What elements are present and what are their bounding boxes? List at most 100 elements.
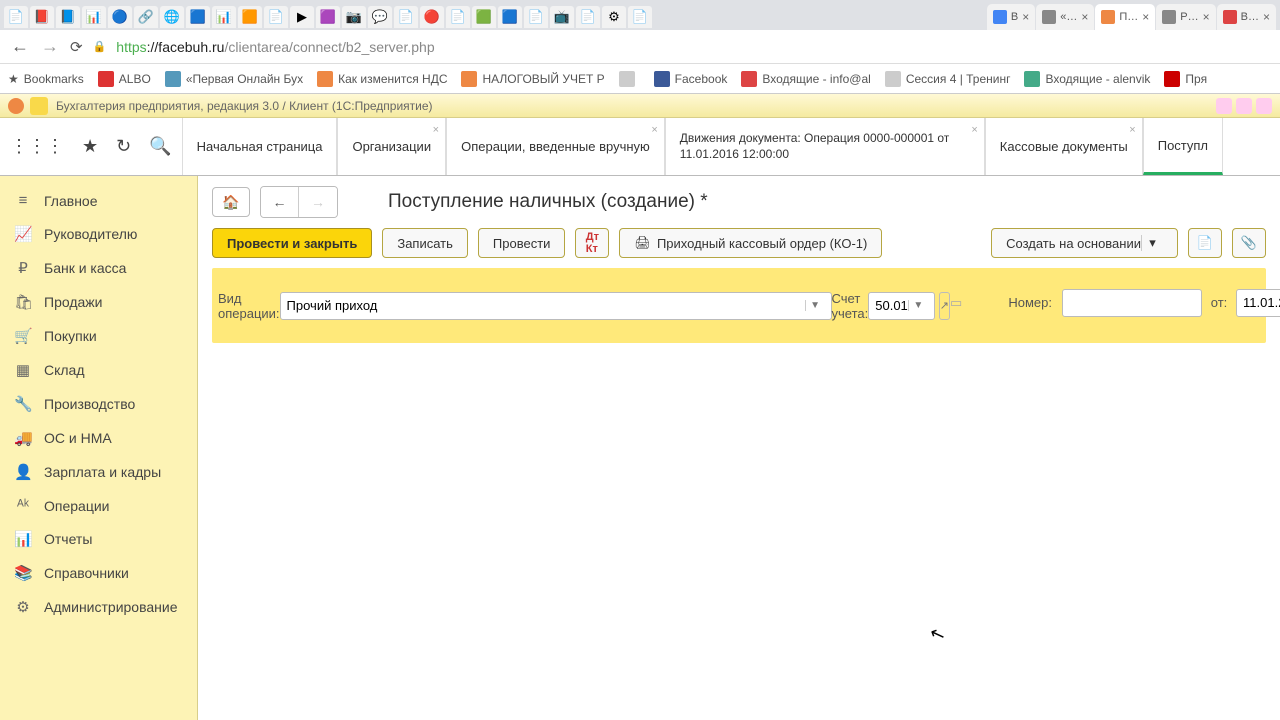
tab-favicon[interactable]: 📄 [628, 6, 652, 28]
post-button[interactable]: Провести [478, 228, 566, 258]
dt-kt-button[interactable]: ДтКт [575, 228, 609, 258]
doc-status-icon: ▭ [950, 295, 974, 311]
bookmark-item[interactable]: НАЛОГОВЫЙ УЧЕТ Р [461, 71, 604, 87]
tab-favicon[interactable]: 🟦 [498, 6, 522, 28]
sidebar-item-main[interactable]: ≡Главное [0, 184, 197, 217]
tab-favicon[interactable]: 📄 [576, 6, 600, 28]
bookmark-item[interactable]: «Первая Онлайн Бух [165, 71, 303, 87]
back-icon[interactable]: ← [10, 36, 30, 57]
tab-favicon[interactable]: 🟩 [472, 6, 496, 28]
tab-favicon[interactable]: 📘 [56, 6, 80, 28]
sidebar-item-production[interactable]: 🔧Производство [0, 387, 197, 421]
app-tab[interactable]: Кассовые документы× [985, 118, 1143, 175]
nav-forward-button: → [299, 187, 337, 217]
app-tab-active[interactable]: Поступл [1143, 118, 1223, 175]
tab-favicon[interactable]: 📷 [342, 6, 366, 28]
sidebar-item-refs[interactable]: 📚Справочники [0, 556, 197, 590]
bookmark-item[interactable]: Пря [1164, 71, 1207, 87]
history-icon[interactable]: ↻ [116, 136, 131, 157]
number-input[interactable] [1062, 289, 1202, 317]
sidebar: ≡Главное 📈Руководителю ₽Банк и касса 🛍Пр… [0, 176, 198, 720]
op-type-label: Вид операции: [218, 291, 280, 321]
sidebar-item-manager[interactable]: 📈Руководителю [0, 217, 197, 251]
tab-favicon[interactable]: 🟪 [316, 6, 340, 28]
tab-favicon[interactable]: 🔗 [134, 6, 158, 28]
books-icon: 📚 [14, 564, 32, 582]
sidebar-item-salary[interactable]: 👤Зарплата и кадры [0, 455, 197, 489]
grid-icon: ▦ [14, 361, 32, 379]
tab-favicon[interactable]: 💬 [368, 6, 392, 28]
clip-button[interactable]: 📎 [1232, 228, 1266, 258]
tab-favicon[interactable]: 🌐 [160, 6, 184, 28]
forward-icon: → [40, 36, 60, 57]
url-bar: ← → ⟳ 🔒 https://facebuh.ru/clientarea/co… [0, 30, 1280, 64]
tab-favicon[interactable]: ⚙ [602, 6, 626, 28]
tab-favicon[interactable]: 📊 [212, 6, 236, 28]
tab-favicon[interactable]: 📄 [524, 6, 548, 28]
tab-favicon[interactable]: 📄 [264, 6, 288, 28]
tab-favicon[interactable]: ▶ [290, 6, 314, 28]
print-order-button[interactable]: 🖨Приходный кассовый ордер (КО-1) [619, 228, 882, 258]
sidebar-item-operations[interactable]: ᴬᵏОперации [0, 489, 197, 522]
tab-favicon[interactable]: 🔴 [420, 6, 444, 28]
sidebar-item-assets[interactable]: 🚚ОС и НМА [0, 421, 197, 455]
search-icon[interactable]: 🔍 [149, 136, 171, 157]
bag-icon: 🛍 [14, 293, 32, 311]
app-tab[interactable]: Начальная страница [182, 118, 338, 175]
bookmark-item[interactable]: Входящие - info@al [741, 71, 870, 87]
tab-favicon[interactable]: 🟧 [238, 6, 262, 28]
bookmark-item[interactable]: Facebook [654, 71, 728, 87]
browser-tab[interactable]: В…× [1217, 4, 1276, 30]
sidebar-item-stock[interactable]: ▦Склад [0, 353, 197, 387]
account-select[interactable]: 50.01▼ [868, 292, 935, 320]
tab-favicon[interactable]: 🟦 [186, 6, 210, 28]
bookmark-item[interactable]: Как изменится НДС [317, 71, 447, 87]
lock-icon: 🔒 [93, 40, 107, 53]
op-type-select[interactable]: Прочий приход▼ [280, 292, 832, 320]
ruble-icon: ₽ [14, 259, 32, 277]
sidebar-item-purchases[interactable]: 🛒Покупки [0, 319, 197, 353]
sidebar-item-reports[interactable]: 📊Отчеты [0, 522, 197, 556]
date-input[interactable]: 11.01.2016 0:00:00📅 [1236, 289, 1280, 317]
home-button[interactable]: 🏠 [212, 187, 250, 217]
window-ctrl-icon[interactable] [1236, 98, 1252, 114]
tab-favicon[interactable]: 📺 [550, 6, 574, 28]
star-icon[interactable]: ★ [82, 136, 98, 157]
save-button[interactable]: Записать [382, 228, 468, 258]
bookmark-item[interactable]: ALBO [98, 71, 151, 87]
app-tab[interactable]: Движения документа: Операция 0000-000001… [665, 118, 985, 175]
sidebar-item-bank[interactable]: ₽Банк и касса [0, 251, 197, 285]
tab-favicon[interactable]: 📄 [446, 6, 470, 28]
content-area: 🏠 ← → Поступление наличных (создание) * … [198, 176, 1280, 720]
create-based-button[interactable]: Создать на основании▾ [991, 228, 1178, 258]
ops-icon: ᴬᵏ [14, 497, 32, 514]
bookmark-item[interactable]: Входящие - alenvik [1024, 71, 1150, 87]
window-ctrl-icon[interactable] [1256, 98, 1272, 114]
bookmark-item[interactable] [619, 71, 640, 87]
browser-tab[interactable]: В× [987, 4, 1035, 30]
bookmark-item[interactable]: ★Bookmarks [8, 72, 84, 86]
person-icon: 👤 [14, 463, 32, 481]
open-ref-button[interactable]: ↗ [939, 292, 950, 320]
nav-back-button[interactable]: ← [261, 187, 299, 217]
app-ctrl-icon[interactable] [30, 97, 48, 115]
sidebar-item-admin[interactable]: ⚙Администрирование [0, 590, 197, 624]
post-and-close-button[interactable]: Провести и закрыть [212, 228, 372, 258]
app-tab[interactable]: Операции, введенные вручную× [446, 118, 665, 175]
attach-button[interactable]: 📄 [1188, 228, 1222, 258]
browser-tab[interactable]: Р…× [1156, 4, 1215, 30]
bookmark-item[interactable]: Сессия 4 | Тренинг [885, 71, 1011, 87]
tab-favicon[interactable]: 🔵 [108, 6, 132, 28]
tab-favicon[interactable]: 📄 [4, 6, 28, 28]
browser-tab-active[interactable]: П…× [1095, 4, 1155, 30]
reload-icon[interactable]: ⟳ [70, 38, 83, 56]
tab-favicon[interactable]: 📄 [394, 6, 418, 28]
apps-grid-icon[interactable]: ⋮⋮⋮ [10, 136, 64, 157]
browser-tab[interactable]: «…× [1036, 4, 1094, 30]
url-text[interactable]: https://facebuh.ru/clientarea/connect/b2… [116, 39, 434, 55]
sidebar-item-sales[interactable]: 🛍Продажи [0, 285, 197, 319]
window-ctrl-icon[interactable] [1216, 98, 1232, 114]
app-tab[interactable]: Организации× [337, 118, 446, 175]
tab-favicon[interactable]: 📊 [82, 6, 106, 28]
tab-favicon[interactable]: 📕 [30, 6, 54, 28]
